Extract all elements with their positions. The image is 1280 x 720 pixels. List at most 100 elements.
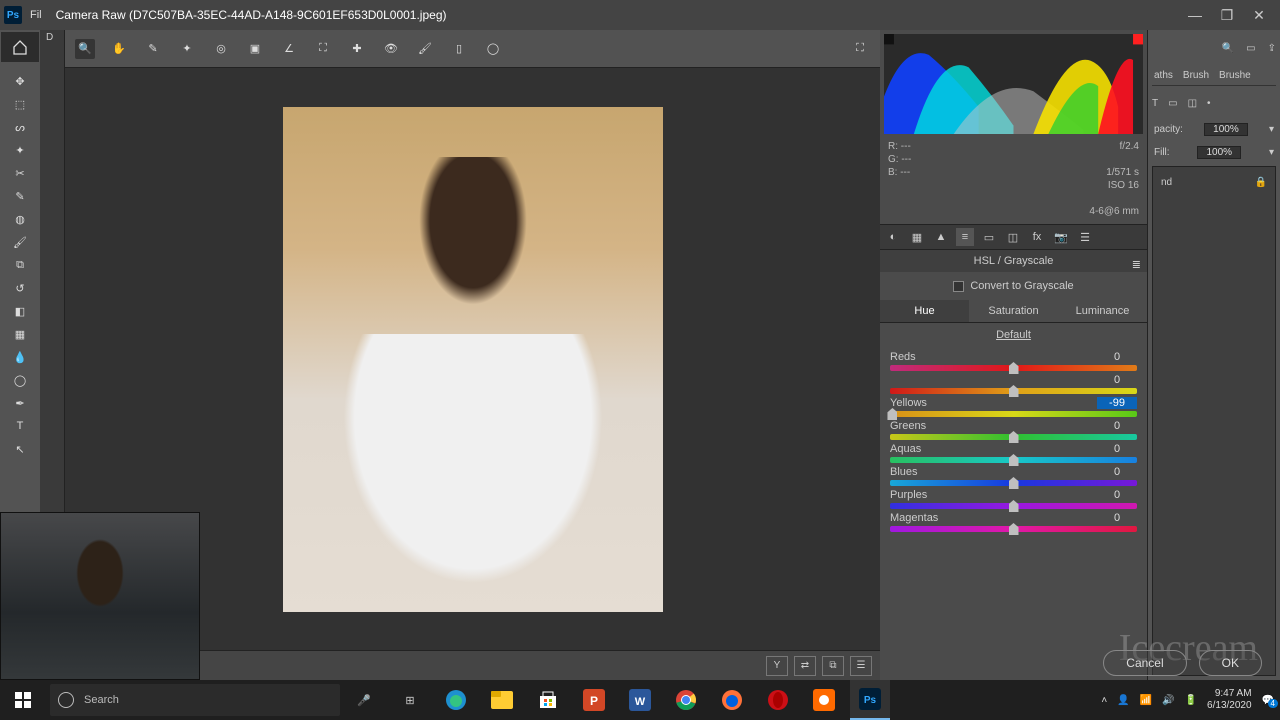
- workspace-icon[interactable]: ▭: [1246, 43, 1255, 54]
- close-button[interactable]: ✕: [1250, 8, 1268, 23]
- detail-tab-icon[interactable]: ▲: [932, 228, 950, 246]
- calibration-tab-icon[interactable]: 📷: [1052, 228, 1070, 246]
- rect-option-icon[interactable]: ▭: [1168, 98, 1177, 109]
- task-view-icon[interactable]: ⊞: [390, 680, 430, 720]
- fill-input[interactable]: [1197, 146, 1241, 159]
- opera-icon[interactable]: [758, 680, 798, 720]
- opacity-input[interactable]: [1204, 123, 1248, 136]
- tray-expand-icon[interactable]: ˄: [1101, 695, 1107, 706]
- white-balance-tool-icon[interactable]: ✎: [143, 39, 163, 59]
- ok-button[interactable]: OK: [1199, 650, 1262, 676]
- pen-tool[interactable]: ✒: [8, 392, 32, 414]
- tab-paths[interactable]: aths: [1154, 70, 1173, 81]
- presets-tab-icon[interactable]: ☰: [1076, 228, 1094, 246]
- move-tool[interactable]: ✥: [8, 70, 32, 92]
- zoom-tool-icon[interactable]: 🔍: [75, 39, 95, 59]
- app-orange-icon[interactable]: [804, 680, 844, 720]
- slider-yellows[interactable]: Yellows-99: [890, 397, 1137, 417]
- taskbar-clock[interactable]: 9:47 AM 6/13/2020: [1207, 688, 1252, 712]
- battery-icon[interactable]: 🔋: [1185, 695, 1197, 706]
- blur-tool[interactable]: 💧: [8, 346, 32, 368]
- slider-purples[interactable]: Purples0: [890, 489, 1137, 509]
- dodge-tool[interactable]: ◯: [8, 369, 32, 391]
- file-menu[interactable]: Fil: [30, 9, 42, 21]
- swap-before-after-icon[interactable]: ⇄: [794, 656, 816, 676]
- clone-tool[interactable]: ⧉: [8, 254, 32, 276]
- effects-tab-icon[interactable]: fx: [1028, 228, 1046, 246]
- brush-tool[interactable]: 🖌: [8, 231, 32, 253]
- transform-icon[interactable]: ⛶: [313, 39, 333, 59]
- tab-saturation[interactable]: Saturation: [969, 300, 1058, 322]
- lasso-tool[interactable]: ᔕ: [8, 116, 32, 138]
- basic-tab-icon[interactable]: ◐: [884, 228, 902, 246]
- fill-menu-icon[interactable]: ▾: [1269, 147, 1274, 158]
- people-icon[interactable]: 👤: [1117, 695, 1129, 706]
- minimize-button[interactable]: —: [1186, 8, 1204, 23]
- powerpoint-icon[interactable]: P: [574, 680, 614, 720]
- adjustment-brush-icon[interactable]: 🖌: [415, 39, 435, 59]
- panel-menu-icon[interactable]: ≣: [1132, 254, 1141, 276]
- layers-panel[interactable]: nd 🔒: [1152, 166, 1276, 676]
- copy-settings-icon[interactable]: ⧉: [822, 656, 844, 676]
- redeye-icon[interactable]: 👁: [381, 39, 401, 59]
- gradient-tool[interactable]: ▦: [8, 323, 32, 345]
- toggle-fullscreen-icon[interactable]: ⛶: [850, 39, 870, 59]
- slider-oranges[interactable]: 0: [890, 374, 1137, 394]
- chrome-icon[interactable]: [666, 680, 706, 720]
- firefox-icon[interactable]: [712, 680, 752, 720]
- restore-button[interactable]: ❐: [1218, 8, 1236, 23]
- pin-option-icon[interactable]: •: [1207, 98, 1211, 109]
- start-button[interactable]: [0, 680, 46, 720]
- slider-aquas[interactable]: Aquas0: [890, 443, 1137, 463]
- histogram[interactable]: [884, 34, 1143, 134]
- photoshop-taskbar-icon[interactable]: Ps: [850, 680, 890, 720]
- note-option-icon[interactable]: ◫: [1188, 98, 1197, 109]
- spot-removal-icon[interactable]: ✚: [347, 39, 367, 59]
- heal-tool[interactable]: ◍: [8, 208, 32, 230]
- search-icon[interactable]: 🔍: [1222, 43, 1234, 54]
- type-option-icon[interactable]: T: [1152, 98, 1158, 109]
- share-icon[interactable]: ⇪: [1268, 43, 1276, 54]
- slider-greens[interactable]: Greens0: [890, 420, 1137, 440]
- cancel-button[interactable]: Cancel: [1103, 650, 1186, 676]
- lock-icon[interactable]: 🔒: [1255, 177, 1267, 188]
- eraser-tool[interactable]: ◧: [8, 300, 32, 322]
- tab-brush[interactable]: Brush: [1183, 70, 1209, 81]
- grayscale-checkbox[interactable]: [953, 281, 964, 292]
- hsl-tab-icon[interactable]: ≡: [956, 228, 974, 246]
- curve-tab-icon[interactable]: ▦: [908, 228, 926, 246]
- split-tone-tab-icon[interactable]: ▭: [980, 228, 998, 246]
- history-brush-tool[interactable]: ↺: [8, 277, 32, 299]
- slider-magentas[interactable]: Magentas0: [890, 512, 1137, 532]
- default-link[interactable]: Default: [880, 323, 1147, 347]
- home-button[interactable]: [1, 32, 39, 62]
- eyedropper-tool[interactable]: ✎: [8, 185, 32, 207]
- slider-reds[interactable]: Reds0: [890, 351, 1137, 371]
- lens-tab-icon[interactable]: ◫: [1004, 228, 1022, 246]
- store-icon[interactable]: [528, 680, 568, 720]
- before-after-toggle[interactable]: Y: [766, 656, 788, 676]
- path-tool[interactable]: ↖: [8, 438, 32, 460]
- mic-icon[interactable]: 🎤: [344, 694, 384, 707]
- type-tool[interactable]: T: [8, 415, 32, 437]
- opacity-menu-icon[interactable]: ▾: [1269, 124, 1274, 135]
- graduated-filter-icon[interactable]: ▯: [449, 39, 469, 59]
- wand-tool[interactable]: ✦: [8, 139, 32, 161]
- crop-icon[interactable]: ▣: [245, 39, 265, 59]
- word-icon[interactable]: W: [620, 680, 660, 720]
- preview-preferences-icon[interactable]: ☰: [850, 656, 872, 676]
- network-icon[interactable]: 📶: [1140, 695, 1152, 706]
- radial-filter-icon[interactable]: ◯: [483, 39, 503, 59]
- explorer-icon[interactable]: [482, 680, 522, 720]
- crop-tool[interactable]: ✂: [8, 162, 32, 184]
- color-sampler-icon[interactable]: ✦: [177, 39, 197, 59]
- tab-brushes[interactable]: Brushe: [1219, 70, 1251, 81]
- tab-luminance[interactable]: Luminance: [1058, 300, 1147, 322]
- straighten-icon[interactable]: ∠: [279, 39, 299, 59]
- taskbar-search[interactable]: Search: [50, 684, 340, 716]
- tab-hue[interactable]: Hue: [880, 300, 969, 322]
- target-adjust-icon[interactable]: ◎: [211, 39, 231, 59]
- marquee-tool[interactable]: ⬚: [8, 93, 32, 115]
- slider-blues[interactable]: Blues0: [890, 466, 1137, 486]
- edge-icon[interactable]: [436, 680, 476, 720]
